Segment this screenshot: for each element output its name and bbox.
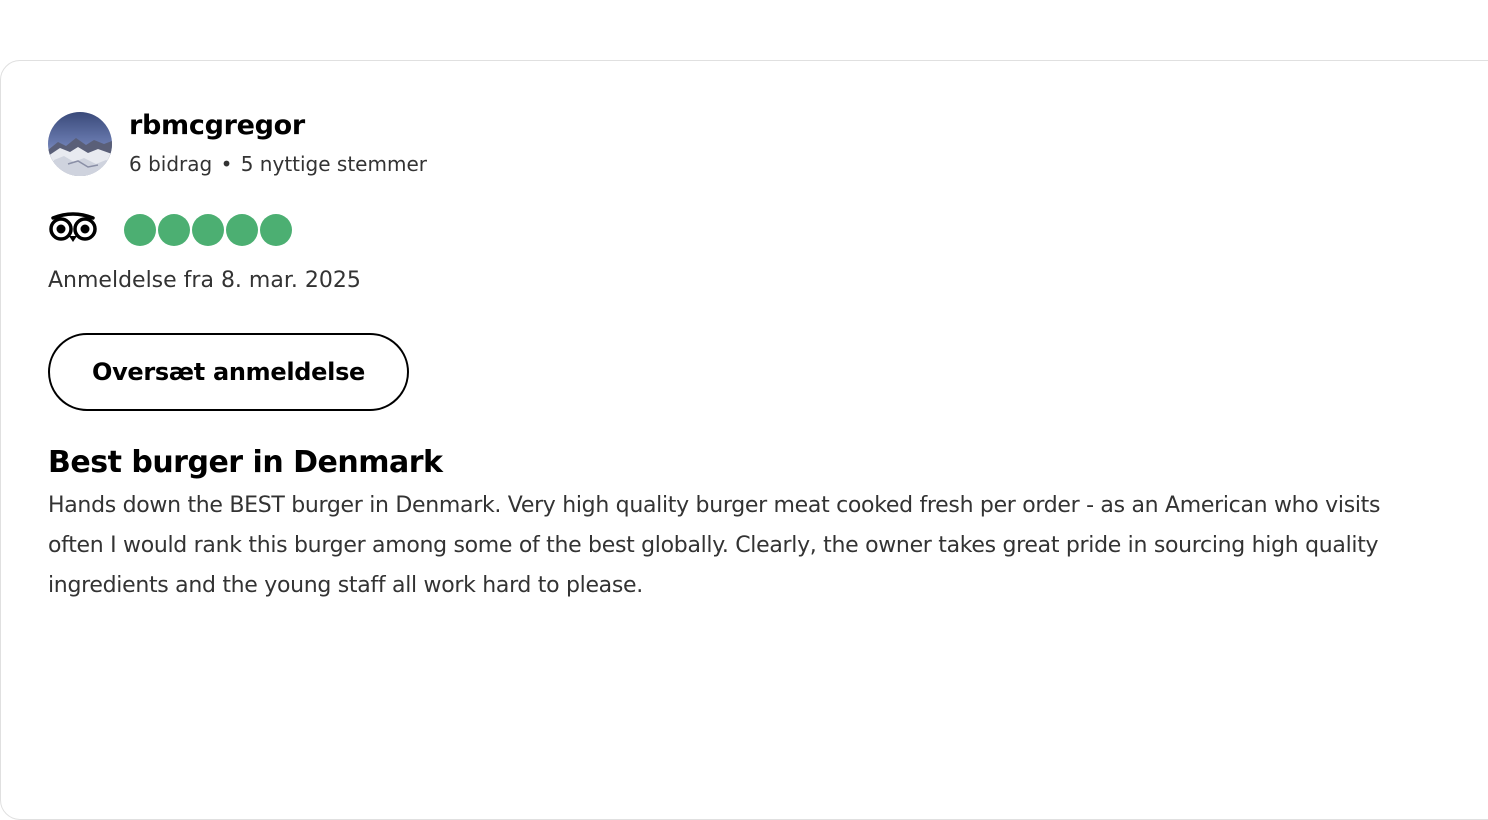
rating-bubble-icon	[260, 214, 292, 246]
tripadvisor-owl-icon	[47, 212, 99, 244]
translate-review-button[interactable]: Oversæt anmeldelse	[48, 333, 409, 411]
rating-bubble-icon	[226, 214, 258, 246]
rating-bubble-icon	[124, 214, 156, 246]
user-stats: 6 bidrag • 5 nyttige stemmer	[129, 152, 427, 176]
rating-bubbles	[124, 214, 292, 246]
review-date: Anmeldelse fra 8. mar. 2025	[48, 268, 361, 293]
contributions-count: 6 bidrag	[129, 152, 213, 176]
review-title: Best burger in Denmark	[48, 445, 443, 480]
review-body: Hands down the BEST burger in Denmark. V…	[48, 493, 1381, 598]
helpful-votes-count: 5 nyttige stemmer	[240, 152, 427, 176]
rating-bubble-icon	[158, 214, 190, 246]
mountain-avatar-icon	[48, 112, 112, 176]
username[interactable]: rbmcgregor	[129, 110, 305, 141]
user-avatar[interactable]	[48, 112, 112, 176]
separator-dot: •	[220, 152, 233, 176]
rating-bubble-icon	[192, 214, 224, 246]
